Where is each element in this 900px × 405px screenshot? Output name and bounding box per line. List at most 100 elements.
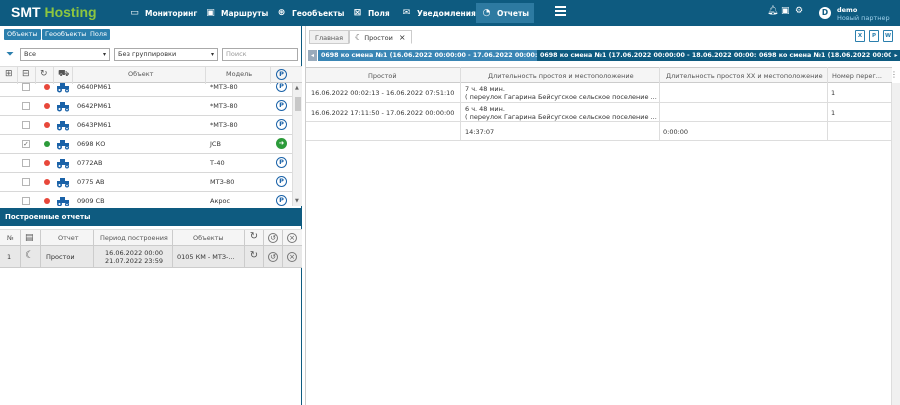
columns-icon[interactable]: ⊟ xyxy=(22,69,30,79)
row-checkbox[interactable]: ✓ xyxy=(22,140,30,148)
object-model: *МТЗ-80 xyxy=(210,102,238,110)
column-object[interactable]: Объект xyxy=(128,70,153,78)
objects-scrollbar[interactable]: ▲ ▼ xyxy=(292,83,302,206)
tab-geoobjects[interactable]: Геообъекты xyxy=(42,29,90,40)
bus-icon: ▣ xyxy=(206,8,215,18)
refresh-icon[interactable]: ↻ xyxy=(249,251,259,262)
delete-icon[interactable]: × xyxy=(287,252,297,262)
row-checkbox[interactable] xyxy=(22,159,30,167)
status-dot xyxy=(44,198,50,204)
parking-icon: P xyxy=(276,100,287,111)
list-item[interactable]: 0640РМ61 *МТЗ-80 P xyxy=(0,83,292,97)
list-item[interactable]: 0643РМ61 *МТЗ-80 P xyxy=(0,116,292,135)
nav-routes[interactable]: ▣ Маршруты xyxy=(200,3,273,23)
rebuild-icon[interactable]: ↺ xyxy=(268,252,278,262)
report-name: Простои xyxy=(46,253,75,261)
refresh-icon[interactable]: ↻ xyxy=(249,232,259,243)
row-checkbox[interactable] xyxy=(22,178,30,186)
nav-fields[interactable]: ⊠ Поля xyxy=(347,3,395,23)
app-logo[interactable]: SMT Hosting xyxy=(11,4,97,20)
scroll-right-icon[interactable]: ▸ xyxy=(891,50,900,61)
object-model: Акрос xyxy=(210,197,231,205)
status-dot xyxy=(44,103,50,109)
search-input[interactable]: Поиск xyxy=(222,48,298,61)
field-icon: ⊠ xyxy=(353,8,362,18)
row-checkbox[interactable] xyxy=(22,121,30,129)
more-vertical-icon[interactable]: ⋮ xyxy=(890,70,898,79)
nav-monitoring[interactable]: ▭ Мониторинг xyxy=(124,3,202,23)
status-dot xyxy=(44,141,50,147)
avatar[interactable]: D xyxy=(819,7,831,19)
scroll-up-icon[interactable]: ▲ xyxy=(295,85,299,91)
tab-idle-report[interactable]: ☾ Простои × xyxy=(349,30,412,44)
grouping-select[interactable]: Без группировки ▾ xyxy=(114,48,218,61)
harvester-icon xyxy=(57,197,69,206)
report-objects: 0105 КМ - МТЗ-... xyxy=(177,253,235,261)
nav-reports[interactable]: ◔ Отчеты xyxy=(476,3,535,23)
table-scrollbar[interactable] xyxy=(891,83,900,405)
rebuild-icon[interactable]: ↺ xyxy=(268,233,278,243)
list-item[interactable]: 0909 СВ Акрос P xyxy=(0,192,292,206)
close-icon[interactable]: × xyxy=(287,233,297,243)
document-icon: ▤ xyxy=(25,233,34,243)
filter-icon[interactable]: ⏷ xyxy=(6,49,14,60)
column-period[interactable]: Период построения xyxy=(100,234,168,242)
status-dot xyxy=(44,122,50,128)
gear-icon[interactable]: ⚙ xyxy=(795,6,803,16)
bell-icon[interactable]: 🔔︎ xyxy=(767,6,778,16)
report-view-panel: Главная ☾ Простои × X P W ◂ 0698 ко смен… xyxy=(305,26,900,405)
scroll-thumb[interactable] xyxy=(295,97,301,111)
pdf-export-icon[interactable]: P xyxy=(869,30,879,42)
object-model: *МТЗ-80 xyxy=(210,83,238,91)
total-idle-xx: 0:00:00 xyxy=(663,128,689,136)
report-row[interactable]: 1 ☾ Простои 16.06.2022 00:00 21.07.2022 … xyxy=(0,246,302,268)
parking-icon: P xyxy=(276,195,287,206)
list-item[interactable]: 0772АВ Т-40 P xyxy=(0,154,292,173)
row-checkbox[interactable] xyxy=(22,102,30,110)
refresh-icon[interactable]: ↻ xyxy=(40,69,48,79)
idle-period: 16.06.2022 00:02:13 - 16.06.2022 07:51:1… xyxy=(311,89,455,97)
moon-icon: ☾ xyxy=(25,250,34,261)
select-all-icon[interactable]: ⊞ xyxy=(5,69,13,79)
word-export-icon[interactable]: W xyxy=(883,30,893,42)
column-number: № xyxy=(7,234,14,242)
idle-duration: 6 ч. 48 мин. xyxy=(465,105,505,113)
table-row[interactable]: 16.06.2022 00:02:13 - 16.06.2022 07:51:1… xyxy=(306,83,892,103)
shift-chip[interactable]: 0698 ко смена №1 (16.06.2022 00:00:00 - … xyxy=(318,50,553,61)
scroll-left-icon[interactable]: ◂ xyxy=(308,50,317,61)
tab-fields[interactable]: Поля xyxy=(87,29,110,40)
chevron-down-icon: ▾ xyxy=(102,51,106,58)
column-idle[interactable]: Простой xyxy=(368,72,397,80)
user-info[interactable]: demo Новый партнер xyxy=(837,6,890,22)
menu-icon[interactable] xyxy=(555,6,566,16)
nav-geoobjects[interactable]: ⊛ Геообъекты xyxy=(271,3,349,23)
column-idle-xx-duration[interactable]: Длительность простоя ХХ и местоположение xyxy=(666,72,823,80)
column-model[interactable]: Модель xyxy=(226,70,252,78)
mail-icon: ✉ xyxy=(402,8,411,18)
monitor-icon: ▭ xyxy=(130,8,139,18)
list-item[interactable]: 0775 АВ МТЗ-80 P xyxy=(0,173,292,192)
object-model: Т-40 xyxy=(210,159,225,167)
terminal-icon[interactable]: ▣ xyxy=(781,6,790,16)
column-idle-duration-location[interactable]: Длительность простоя и местоположение xyxy=(488,72,634,80)
column-objects[interactable]: Объекты xyxy=(193,234,224,242)
close-tab-icon[interactable]: × xyxy=(399,33,406,42)
tab-objects[interactable]: Объекты xyxy=(4,29,41,40)
excel-export-icon[interactable]: X xyxy=(855,30,865,42)
shift-chip[interactable]: 0698 ко смена №1 (17.06.2022 00:00:00 - … xyxy=(537,50,772,61)
scroll-down-icon[interactable]: ▼ xyxy=(295,198,299,204)
table-row[interactable]: 16.06.2022 17:11:50 - 17.06.2022 00:00:0… xyxy=(306,103,892,122)
tab-main[interactable]: Главная xyxy=(309,30,350,44)
nav-notifications[interactable]: ✉ Уведомления xyxy=(396,3,481,23)
column-reload-number[interactable]: Номер перег... xyxy=(832,72,882,80)
row-checkbox[interactable] xyxy=(22,197,30,205)
column-report[interactable]: Отчет xyxy=(58,234,79,242)
row-checkbox[interactable] xyxy=(22,83,30,91)
list-item[interactable]: 0642РМ61 *МТЗ-80 P xyxy=(0,97,292,116)
status-filter-select[interactable]: Все ▾ xyxy=(20,48,110,61)
tractor-icon xyxy=(57,178,69,188)
top-navigation-bar: SMT Hosting ▭ Мониторинг ▣ Маршруты ⊛ Геооб… xyxy=(0,0,900,26)
shift-chip[interactable]: 0698 ко смена №1 (18.06.2022 00:00:00 - … xyxy=(756,50,900,61)
chevron-down-icon: ▾ xyxy=(210,51,214,58)
list-item[interactable]: ✓ 0698 КО JCB ➜ xyxy=(0,135,292,154)
